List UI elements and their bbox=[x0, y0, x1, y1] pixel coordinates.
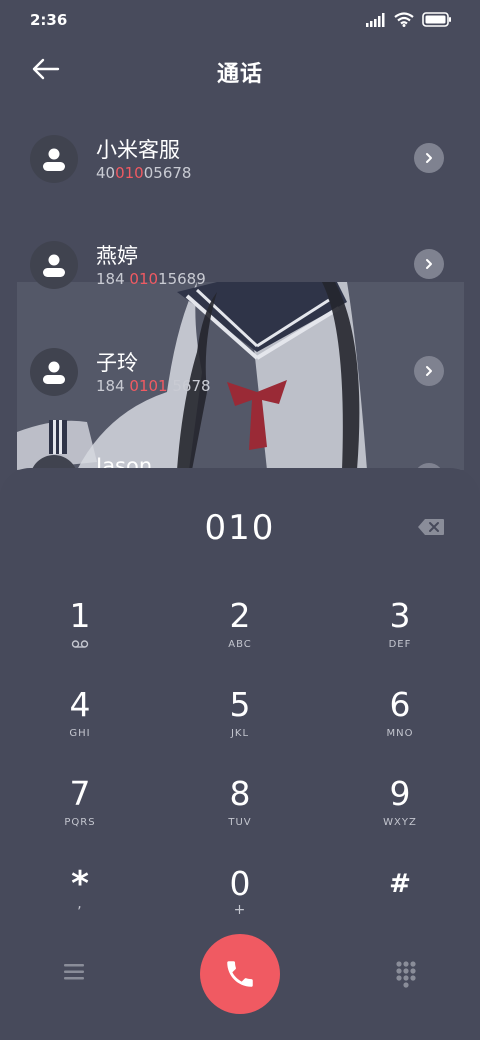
contact-detail-button[interactable] bbox=[414, 249, 444, 279]
contact-number: 184 01015689 bbox=[96, 270, 206, 288]
avatar bbox=[30, 241, 78, 289]
key-2[interactable]: 2 ABC bbox=[180, 596, 300, 676]
menu-icon bbox=[64, 964, 84, 980]
dialpad-icon bbox=[396, 961, 416, 988]
dial-input[interactable]: 010 bbox=[0, 508, 480, 548]
contact-number: 4001005678 bbox=[96, 164, 192, 182]
status-time: 2:36 bbox=[30, 11, 68, 29]
contact-row[interactable]: 小米客服 4001005678 bbox=[0, 110, 480, 206]
key-9[interactable]: 9 WXYZ bbox=[340, 774, 460, 854]
person-icon bbox=[43, 361, 65, 384]
contact-detail-button[interactable] bbox=[414, 143, 444, 173]
key-hash[interactable]: # bbox=[340, 864, 460, 944]
wifi-icon bbox=[394, 12, 414, 27]
key-4[interactable]: 4 GHI bbox=[20, 685, 140, 765]
voicemail-icon bbox=[71, 640, 89, 648]
status-icons bbox=[366, 12, 452, 27]
contact-number: 184 0101 5678 bbox=[96, 377, 211, 395]
contact-row[interactable]: 燕婷 184 01015689 bbox=[0, 216, 480, 312]
phone-icon bbox=[227, 961, 253, 987]
backspace-icon bbox=[418, 519, 444, 535]
header: 通话 bbox=[0, 46, 480, 94]
dialer-panel: 010 1 2 ABC 3 DEF 4 GHI 5 JKL 6 MNO 7 PQ… bbox=[0, 468, 480, 1040]
avatar bbox=[30, 135, 78, 183]
key-8[interactable]: 8 TUV bbox=[180, 774, 300, 854]
avatar bbox=[30, 348, 78, 396]
key-7[interactable]: 7 PQRS bbox=[20, 774, 140, 854]
contact-name: 燕婷 bbox=[96, 244, 138, 268]
key-5[interactable]: 5 JKL bbox=[180, 685, 300, 765]
key-3[interactable]: 3 DEF bbox=[340, 596, 460, 676]
chevron-right-icon bbox=[426, 259, 432, 269]
page-title: 通话 bbox=[216, 62, 263, 87]
call-button[interactable] bbox=[200, 934, 280, 1014]
contact-detail-button[interactable] bbox=[414, 356, 444, 386]
contact-name: 小米客服 bbox=[96, 138, 180, 162]
contact-row[interactable]: 子玲 184 0101 5678 bbox=[0, 323, 480, 419]
key-0[interactable]: 0 + bbox=[180, 864, 300, 944]
chevron-right-icon bbox=[426, 366, 432, 376]
menu-button[interactable] bbox=[60, 960, 88, 984]
key-1[interactable]: 1 bbox=[20, 596, 140, 676]
person-icon bbox=[43, 254, 65, 277]
chevron-right-icon bbox=[426, 153, 432, 163]
backspace-button[interactable] bbox=[417, 518, 445, 536]
status-bar: 2:36 bbox=[0, 0, 480, 40]
key-6[interactable]: 6 MNO bbox=[340, 685, 460, 765]
key-star[interactable]: * , bbox=[20, 864, 140, 944]
person-icon bbox=[43, 148, 65, 171]
signal-icon bbox=[366, 12, 385, 27]
keypad-toggle-button[interactable] bbox=[392, 960, 420, 990]
contact-name: 子玲 bbox=[96, 351, 138, 375]
battery-icon bbox=[422, 12, 451, 27]
